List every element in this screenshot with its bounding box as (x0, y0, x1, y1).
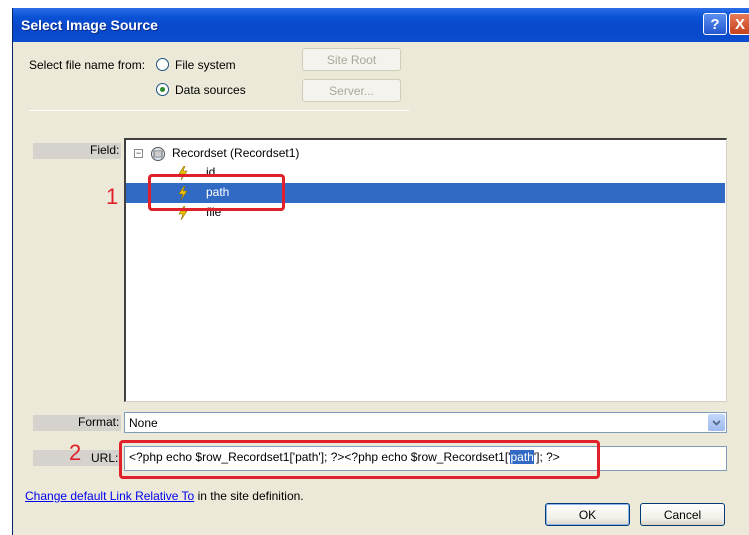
dialog-title: Select Image Source (21, 17, 158, 33)
site-root-button[interactable]: Site Root (302, 48, 401, 71)
select-image-source-dialog: Select Image Source ? X Select file name… (12, 8, 749, 535)
close-button[interactable]: X (729, 13, 749, 35)
annotation-box-2 (119, 440, 600, 479)
help-button[interactable]: ? (703, 13, 727, 35)
field-label: Field: (90, 143, 120, 157)
tree-item-recordset[interactable]: − Recordset (Recordset1) (126, 145, 721, 163)
link-relative-text: Change default Link Relative To in the s… (25, 489, 304, 503)
server-button[interactable]: Server... (302, 79, 401, 102)
chevron-down-icon (712, 419, 721, 426)
ok-button[interactable]: OK (545, 503, 630, 526)
change-link-relative-link[interactable]: Change default Link Relative To (25, 489, 194, 503)
link-suffix: in the site definition. (194, 489, 304, 503)
file-system-label[interactable]: File system (175, 58, 236, 72)
annotation-number-1: 1 (106, 184, 119, 209)
data-sources-label[interactable]: Data sources (175, 83, 246, 97)
annotation-number-2: 2 (69, 440, 82, 465)
collapse-icon[interactable]: − (134, 149, 143, 158)
format-value: None (129, 416, 158, 430)
format-label: Format: (78, 415, 120, 429)
source-prompt-label: Select file name from: (29, 58, 146, 72)
separator (29, 110, 409, 111)
dropdown-arrow[interactable] (708, 414, 725, 431)
file-system-radio[interactable] (156, 58, 169, 71)
recordset-label: Recordset (Recordset1) (172, 146, 300, 160)
title-bar[interactable]: Select Image Source ? X (13, 8, 749, 42)
recordset-icon (151, 147, 165, 161)
annotation-box-1 (148, 174, 285, 211)
cancel-button[interactable]: Cancel (640, 503, 725, 526)
data-sources-radio[interactable] (156, 83, 169, 96)
url-label: URL: (91, 451, 119, 465)
format-select[interactable]: None (124, 412, 727, 433)
